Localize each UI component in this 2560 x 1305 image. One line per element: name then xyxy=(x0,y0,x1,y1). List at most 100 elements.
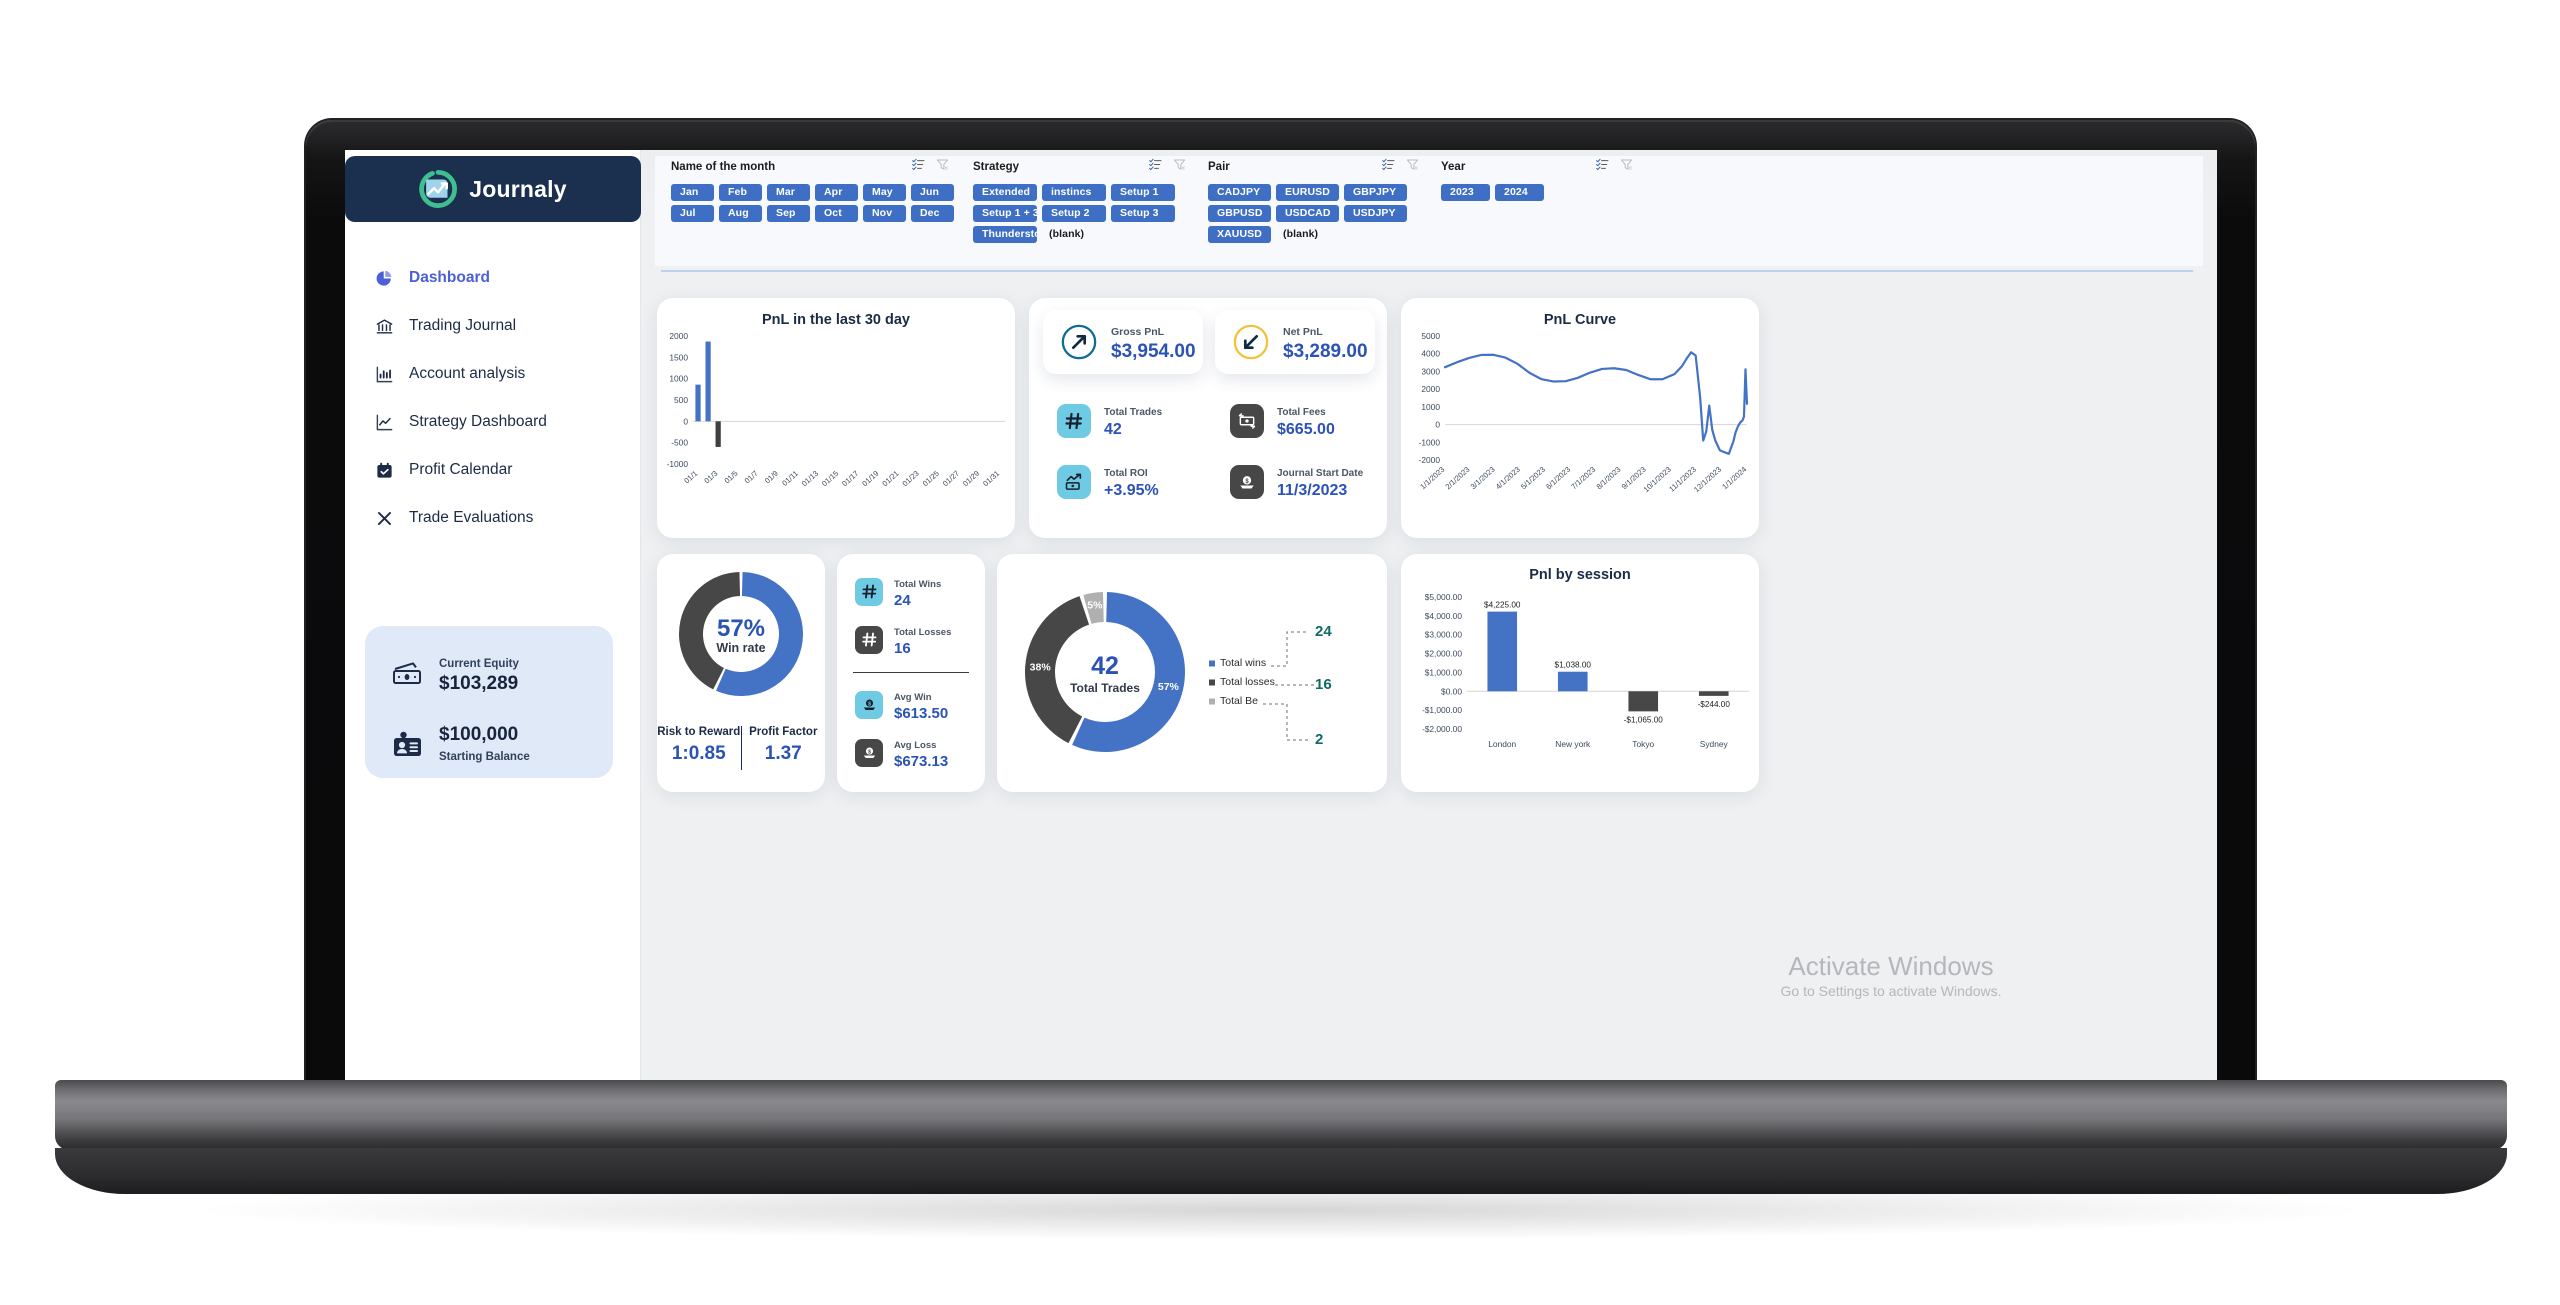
filter-chip[interactable]: Apr xyxy=(815,184,858,201)
filter-chip[interactable]: XAUUSD xyxy=(1208,226,1271,243)
svg-text:$: $ xyxy=(868,701,871,707)
filter-chip[interactable]: Setup 1 + 3 xyxy=(973,205,1037,222)
filter-chip[interactable]: EURUSD xyxy=(1276,184,1339,201)
filter-chip[interactable]: Setup 3 xyxy=(1111,205,1175,222)
line-series xyxy=(1443,351,1749,455)
stat-avg-loss-text: Avg Loss $673.13 xyxy=(894,735,948,770)
kpi-label: Net PnL xyxy=(1283,325,1323,338)
kpi-gross-pnl: Gross PnL $3,954.00 xyxy=(1043,310,1203,374)
filter-chip[interactable]: (blank) xyxy=(1276,226,1339,243)
stat-label: Avg Win xyxy=(894,692,932,703)
sidebar-item-trading-journal[interactable]: Trading Journal xyxy=(345,302,641,350)
filter-chip[interactable]: Sep xyxy=(767,205,810,222)
stat-label: Total Wins xyxy=(894,579,942,590)
pnl-curve-chart: 5000 4000 3000 2000 1000 0 -1000 -20001/1/20232… xyxy=(1418,331,1749,494)
filter-chip[interactable]: Dec xyxy=(911,205,954,222)
svg-text:7/1/2023: 7/1/2023 xyxy=(1569,465,1597,491)
stat-value: 24 xyxy=(894,592,911,609)
equity-summary-card: Current Equity $103,289 $100,000 Startin… xyxy=(365,626,613,778)
calendar-check-icon xyxy=(373,459,395,481)
id-card-icon xyxy=(391,730,425,760)
filter-chip[interactable]: May xyxy=(863,184,906,201)
clear-filter-icon[interactable] xyxy=(1620,158,1633,176)
svg-text:$4,000.00: $4,000.00 xyxy=(1425,611,1463,621)
stat-total-losses: Total Losses 16 xyxy=(855,622,951,657)
filter-chip[interactable]: Feb xyxy=(719,184,762,201)
filter-chip[interactable]: USDCAD xyxy=(1276,205,1339,222)
starting-balance-label: Starting Balance xyxy=(439,751,530,764)
sidebar-item-profit-calendar[interactable]: Profit Calendar xyxy=(345,446,641,494)
svg-text:01/9: 01/9 xyxy=(763,469,780,486)
kpi-label: Journal Start Date xyxy=(1277,468,1364,479)
filter-chip[interactable]: GBPJPY xyxy=(1344,184,1407,201)
filter-chip[interactable]: Mar xyxy=(767,184,810,201)
stat-total-wins: Total Wins 24 xyxy=(855,574,941,609)
brand-header: Journaly xyxy=(345,156,641,222)
kpi-total-trades-text: Total Trades 42 xyxy=(1104,402,1162,439)
sidebar-item-strategy-dashboard[interactable]: Strategy Dashboard xyxy=(345,398,641,446)
filter-chip[interactable]: Jun xyxy=(911,184,954,201)
kpi-label: Total Fees xyxy=(1277,407,1326,418)
filter-chip[interactable]: Setup 1 xyxy=(1111,184,1175,201)
svg-text:6/1/2023: 6/1/2023 xyxy=(1544,465,1572,491)
legend-swatch xyxy=(1209,698,1215,705)
filter-chip[interactable]: USDJPY xyxy=(1344,205,1407,222)
filter-chip[interactable]: GBPUSD xyxy=(1208,205,1271,222)
line-chart-icon xyxy=(373,411,395,433)
multi-select-icon[interactable] xyxy=(1382,158,1395,176)
stat-value: $673.13 xyxy=(894,753,949,770)
filter-chip[interactable]: Jul xyxy=(671,205,714,222)
filter-chip[interactable]: 2024 xyxy=(1495,184,1544,201)
svg-text:5000: 5000 xyxy=(1421,331,1440,341)
filter-chip[interactable]: (blank) xyxy=(1042,226,1106,243)
filter-chip-list: Extended instincs Setup 1 Setup 1 + 3 Setup … xyxy=(973,184,1180,243)
svg-text:01/15: 01/15 xyxy=(820,469,840,488)
filter-chip[interactable]: instincs xyxy=(1042,184,1106,201)
multi-select-icon[interactable] xyxy=(912,158,925,176)
filter-chip[interactable]: CADJPY xyxy=(1208,184,1271,201)
win-rate-sublabel: Win rate xyxy=(716,641,765,655)
current-equity-text: Current Equity $103,289 xyxy=(439,654,519,695)
kpi-value: $3,289.00 xyxy=(1283,340,1368,362)
filter-chip[interactable]: Oct xyxy=(815,205,858,222)
filter-chip[interactable]: Nov xyxy=(863,205,906,222)
filter-chip[interactable]: 2023 xyxy=(1441,184,1490,201)
filter-chip[interactable]: Jan xyxy=(671,184,714,201)
donut-slice-wins xyxy=(1072,592,1185,752)
money-growth-icon xyxy=(1057,464,1091,499)
svg-text:01/17: 01/17 xyxy=(840,469,860,488)
sidebar-item-dashboard[interactable]: Dashboard xyxy=(345,254,641,302)
filter-bar: Name of the month Jan Feb Mar Apr May Ju… xyxy=(655,156,2203,266)
starting-balance-row: $100,000 Starting Balance xyxy=(365,718,613,772)
sidebar-item-trade-evaluations[interactable]: Trade Evaluations xyxy=(345,494,641,542)
filter-chip[interactable]: Extended xyxy=(973,184,1037,201)
clear-filter-icon[interactable] xyxy=(936,158,949,176)
svg-text:01/31: 01/31 xyxy=(981,469,1001,488)
svg-text:01/19: 01/19 xyxy=(860,469,880,488)
risk-reward-row: Risk to Reward 1:0.85 Profit Factor 1.37 xyxy=(657,726,825,770)
filter-group-title: Strategy xyxy=(973,161,1020,173)
filter-chip[interactable]: Aug xyxy=(719,205,762,222)
multi-select-icon[interactable] xyxy=(1596,158,1609,176)
svg-text:500: 500 xyxy=(674,395,688,405)
svg-text:12/1/2023: 12/1/2023 xyxy=(1692,465,1723,494)
clear-filter-icon[interactable] xyxy=(1406,158,1419,176)
clear-filter-icon[interactable] xyxy=(1173,158,1186,176)
svg-text:-$2,000.00: -$2,000.00 xyxy=(1422,724,1462,734)
filter-chip[interactable]: Setup 2 xyxy=(1042,205,1106,222)
windows-activation-watermark: Activate Windows Go to Settings to activ… xyxy=(1661,950,2121,999)
kpi-value: +3.95% xyxy=(1104,482,1159,499)
svg-text:3000: 3000 xyxy=(1421,366,1440,376)
chart-title: PnL in the last 30 day xyxy=(761,312,910,328)
bar-chart-icon xyxy=(373,363,395,385)
bar xyxy=(1487,611,1518,692)
legend-swatch xyxy=(1209,679,1215,686)
sidebar-item-account-analysis[interactable]: Account analysis xyxy=(345,350,641,398)
multi-select-icon[interactable] xyxy=(1149,158,1162,176)
svg-text:10/1/2023: 10/1/2023 xyxy=(1642,465,1673,494)
svg-text:5/1/2023: 5/1/2023 xyxy=(1519,465,1547,491)
pnl-by-session-chart: $5,000.00 $4,000.00 $3,000.00 $2,000.00 $1,0… xyxy=(1422,592,1749,749)
sidebar-item-label: Dashboard xyxy=(409,269,490,286)
filter-chip[interactable]: Thunderstorm xyxy=(973,226,1037,243)
svg-text:1000: 1000 xyxy=(1421,402,1440,412)
